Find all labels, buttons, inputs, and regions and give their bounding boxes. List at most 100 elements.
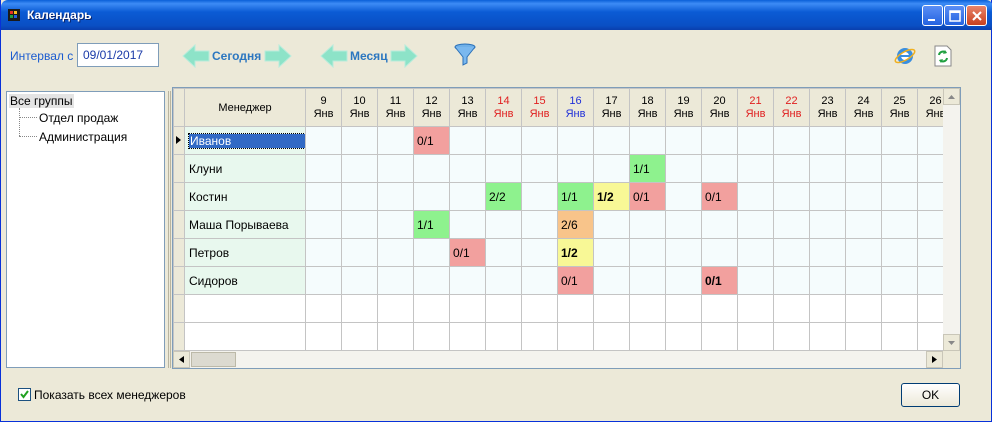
day-cell[interactable] xyxy=(305,182,342,211)
horizontal-scrollbar[interactable] xyxy=(173,351,943,368)
day-cell[interactable] xyxy=(737,154,774,183)
manager-row[interactable] xyxy=(173,294,954,323)
day-cell[interactable] xyxy=(305,126,342,155)
day-cell[interactable] xyxy=(809,294,846,323)
day-cell[interactable] xyxy=(629,238,666,267)
day-cell[interactable] xyxy=(773,126,810,155)
task-cell[interactable]: 1/2 xyxy=(557,238,594,267)
day-cell[interactable] xyxy=(521,182,558,211)
day-cell[interactable] xyxy=(305,294,342,323)
day-cell[interactable] xyxy=(881,294,918,323)
day-cell[interactable] xyxy=(377,210,414,239)
task-cell[interactable]: 0/1 xyxy=(413,126,450,155)
day-cell[interactable] xyxy=(881,266,918,295)
day-cell[interactable] xyxy=(845,294,882,323)
day-cell[interactable] xyxy=(557,126,594,155)
day-cell[interactable] xyxy=(845,126,882,155)
day-cell[interactable] xyxy=(737,266,774,295)
day-cell[interactable] xyxy=(413,154,450,183)
day-cell[interactable] xyxy=(305,322,342,351)
day-cell[interactable] xyxy=(557,322,594,351)
task-cell[interactable]: 1/2 xyxy=(593,182,630,211)
day-cell[interactable] xyxy=(809,210,846,239)
row-indicator[interactable] xyxy=(173,182,185,211)
day-cell[interactable] xyxy=(521,154,558,183)
vertical-scrollbar[interactable] xyxy=(943,88,960,351)
day-cell[interactable] xyxy=(341,294,378,323)
day-cell[interactable] xyxy=(521,126,558,155)
day-cell[interactable] xyxy=(521,238,558,267)
day-cell[interactable] xyxy=(665,238,702,267)
day-cell[interactable] xyxy=(809,126,846,155)
day-column-header[interactable]: 17 Янв xyxy=(593,88,630,127)
tree-item-all-groups[interactable]: Все группы xyxy=(9,94,74,108)
manager-row[interactable]: Клуни 1/1 xyxy=(173,154,954,183)
day-column-header[interactable]: 11 Янв xyxy=(377,88,414,127)
day-cell[interactable] xyxy=(377,154,414,183)
day-column-header[interactable]: 22 Янв xyxy=(773,88,810,127)
row-indicator[interactable] xyxy=(173,266,185,295)
day-cell[interactable] xyxy=(305,266,342,295)
scroll-down-button[interactable] xyxy=(943,334,960,351)
day-cell[interactable] xyxy=(413,182,450,211)
day-cell[interactable] xyxy=(773,238,810,267)
day-cell[interactable] xyxy=(341,266,378,295)
day-cell[interactable] xyxy=(881,210,918,239)
day-cell[interactable] xyxy=(809,238,846,267)
day-cell[interactable] xyxy=(701,294,738,323)
manager-cell[interactable]: Петров xyxy=(184,238,306,267)
day-cell[interactable] xyxy=(593,238,630,267)
day-cell[interactable] xyxy=(485,238,522,267)
prev-day-arrow-icon[interactable] xyxy=(181,44,211,68)
interval-date-input[interactable]: 09/01/2017 xyxy=(77,43,159,67)
row-indicator[interactable] xyxy=(173,154,185,183)
day-cell[interactable] xyxy=(593,266,630,295)
title-bar[interactable]: Календарь xyxy=(1,0,992,30)
next-day-arrow-icon[interactable] xyxy=(263,44,293,68)
day-cell[interactable] xyxy=(629,294,666,323)
manager-row[interactable]: Сидоров 0/1 0/1 xyxy=(173,266,954,295)
tree-item-administration[interactable]: Администрация xyxy=(39,130,127,144)
day-cell[interactable] xyxy=(341,322,378,351)
day-column-header[interactable]: 25 Янв xyxy=(881,88,918,127)
day-column-header[interactable]: 15 Янв xyxy=(521,88,558,127)
day-cell[interactable] xyxy=(881,322,918,351)
day-cell[interactable] xyxy=(305,154,342,183)
day-cell[interactable] xyxy=(737,294,774,323)
day-cell[interactable] xyxy=(521,322,558,351)
scroll-up-button[interactable] xyxy=(943,88,960,105)
task-cell[interactable]: 0/1 xyxy=(701,266,738,295)
manager-column-header[interactable]: Менеджер xyxy=(184,88,306,127)
day-cell[interactable] xyxy=(845,322,882,351)
day-cell[interactable] xyxy=(809,322,846,351)
day-cell[interactable] xyxy=(629,266,666,295)
day-cell[interactable] xyxy=(593,210,630,239)
day-cell[interactable] xyxy=(377,126,414,155)
day-cell[interactable] xyxy=(881,154,918,183)
maximize-button[interactable] xyxy=(944,5,965,26)
manager-cell[interactable] xyxy=(184,322,306,351)
day-column-header[interactable]: 24 Янв xyxy=(845,88,882,127)
day-cell[interactable] xyxy=(701,322,738,351)
day-cell[interactable] xyxy=(845,154,882,183)
day-cell[interactable] xyxy=(485,210,522,239)
task-cell[interactable]: 1/1 xyxy=(413,210,450,239)
prev-month-arrow-icon[interactable] xyxy=(319,44,349,68)
day-cell[interactable] xyxy=(773,182,810,211)
manager-row[interactable]: Иванов 0/1 xyxy=(173,126,954,155)
day-cell[interactable] xyxy=(593,154,630,183)
day-column-header[interactable]: 14 Янв xyxy=(485,88,522,127)
day-cell[interactable] xyxy=(737,182,774,211)
day-cell[interactable] xyxy=(413,322,450,351)
scroll-left-button[interactable] xyxy=(173,351,190,368)
day-cell[interactable] xyxy=(665,126,702,155)
day-cell[interactable] xyxy=(701,154,738,183)
day-cell[interactable] xyxy=(449,294,486,323)
manager-cell[interactable]: Сидоров xyxy=(184,266,306,295)
day-column-header[interactable]: 21 Янв xyxy=(737,88,774,127)
day-cell[interactable] xyxy=(809,266,846,295)
row-indicator[interactable] xyxy=(173,322,185,351)
day-cell[interactable] xyxy=(593,294,630,323)
day-cell[interactable] xyxy=(665,154,702,183)
day-cell[interactable] xyxy=(557,294,594,323)
